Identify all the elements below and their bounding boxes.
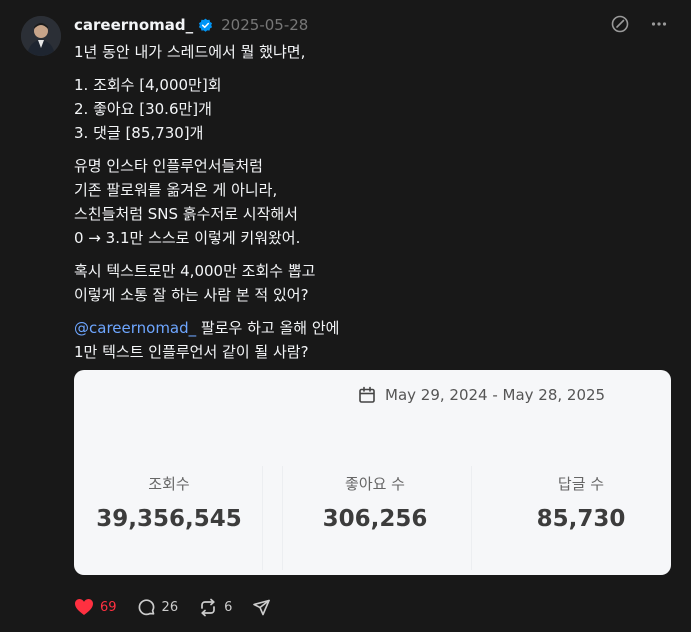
like-count: 69 [100, 599, 117, 615]
reply-button[interactable]: 26 [137, 598, 179, 617]
reply-count: 26 [161, 599, 179, 615]
stat-label: 좋아요 수 [345, 475, 405, 493]
avatar[interactable] [21, 16, 61, 56]
paragraph-intro: 1년 동안 내가 스레드에서 뭘 했냐면, [74, 40, 664, 64]
text-line: 이렇게 소통 잘 하는 사람 본 적 있어? [74, 286, 309, 304]
insights-card[interactable]: May 29, 2024 - May 28, 2025 조회수 39,356,5… [74, 370, 671, 575]
calendar-icon [359, 386, 375, 403]
date-range-text: May 29, 2024 - May 28, 2025 [385, 386, 606, 404]
stat-value: 39,356,545 [96, 506, 242, 532]
divider [471, 466, 472, 570]
date-range: May 29, 2024 - May 28, 2025 [358, 386, 605, 404]
text-line: @careernomad_ 팔로우 하고 올해 안에 [74, 316, 664, 340]
paragraph-cta: @careernomad_ 팔로우 하고 올해 안에 1만 텍스트 인플루언서 … [74, 316, 664, 364]
text-line: 유명 인스타 인플루언서들처럼 [74, 157, 263, 175]
post-body: 1년 동안 내가 스레드에서 뭘 했냐면, 1. 조회수 [4,000만]회 2… [74, 40, 664, 373]
edit-icon[interactable] [609, 13, 631, 35]
send-icon [253, 599, 271, 615]
share-button[interactable] [252, 598, 277, 617]
text-line: 1년 동안 내가 스레드에서 뭘 했냐면, [74, 43, 306, 61]
text-line: 기존 팔로워를 옮겨온 게 아니라, [74, 181, 278, 199]
threads-post: careernomad_ 2025-05-28 1년 동안 내가 스레드에서 뭘… [0, 0, 691, 632]
paragraph-question: 혹시 텍스트로만 4,000만 조회수 뽑고 이렇게 소통 잘 하는 사람 본 … [74, 259, 664, 307]
stat-value: 306,256 [322, 506, 428, 532]
mention-suffix: 팔로우 하고 올해 안에 [196, 319, 340, 337]
comment-icon [138, 598, 154, 615]
repost-button[interactable]: 6 [198, 598, 232, 617]
post-header: careernomad_ 2025-05-28 [74, 14, 308, 36]
paragraph-stats-list: 1. 조회수 [4,000만]회 2. 좋아요 [30.6만]개 3. 댓글 [… [74, 73, 664, 145]
heart-icon [75, 599, 93, 615]
text-line: 혹시 텍스트로만 4,000만 조회수 뽑고 [74, 262, 316, 280]
stat-label: 조회수 [148, 475, 190, 493]
action-bar: 69 26 6 [74, 595, 297, 619]
text-line: 2. 좋아요 [30.6만]개 [74, 100, 212, 118]
text-line: 1만 텍스트 인플루언서 같이 될 사람? [74, 343, 309, 361]
mention-link[interactable]: @careernomad_ [74, 319, 196, 337]
stat-value: 85,730 [536, 506, 626, 532]
text-line: 스친들처럼 SNS 흙수저로 시작해서 [74, 205, 298, 223]
repost-icon [201, 598, 215, 616]
like-button[interactable]: 69 [74, 598, 117, 616]
paragraph-story: 유명 인스타 인플루언서들처럼 기존 팔로워를 옮겨온 게 아니라, 스친들처럼… [74, 154, 664, 250]
post-date: 2025-05-28 [221, 16, 309, 34]
username[interactable]: careernomad_ [74, 16, 193, 34]
more-icon[interactable] [648, 13, 670, 35]
text-line: 3. 댓글 [85,730]개 [74, 124, 204, 142]
text-line: 1. 조회수 [4,000만]회 [74, 76, 222, 94]
stat-likes: 좋아요 수 306,256 [280, 473, 470, 532]
verified-badge-icon [198, 18, 213, 33]
text-line: 0 → 3.1만 스스로 이렇게 키워왔어. [74, 229, 301, 247]
stat-views: 조회수 39,356,545 [74, 473, 264, 532]
stat-replies: 답글 수 85,730 [486, 473, 676, 532]
stat-label: 답글 수 [557, 475, 605, 493]
repost-count: 6 [224, 599, 233, 615]
